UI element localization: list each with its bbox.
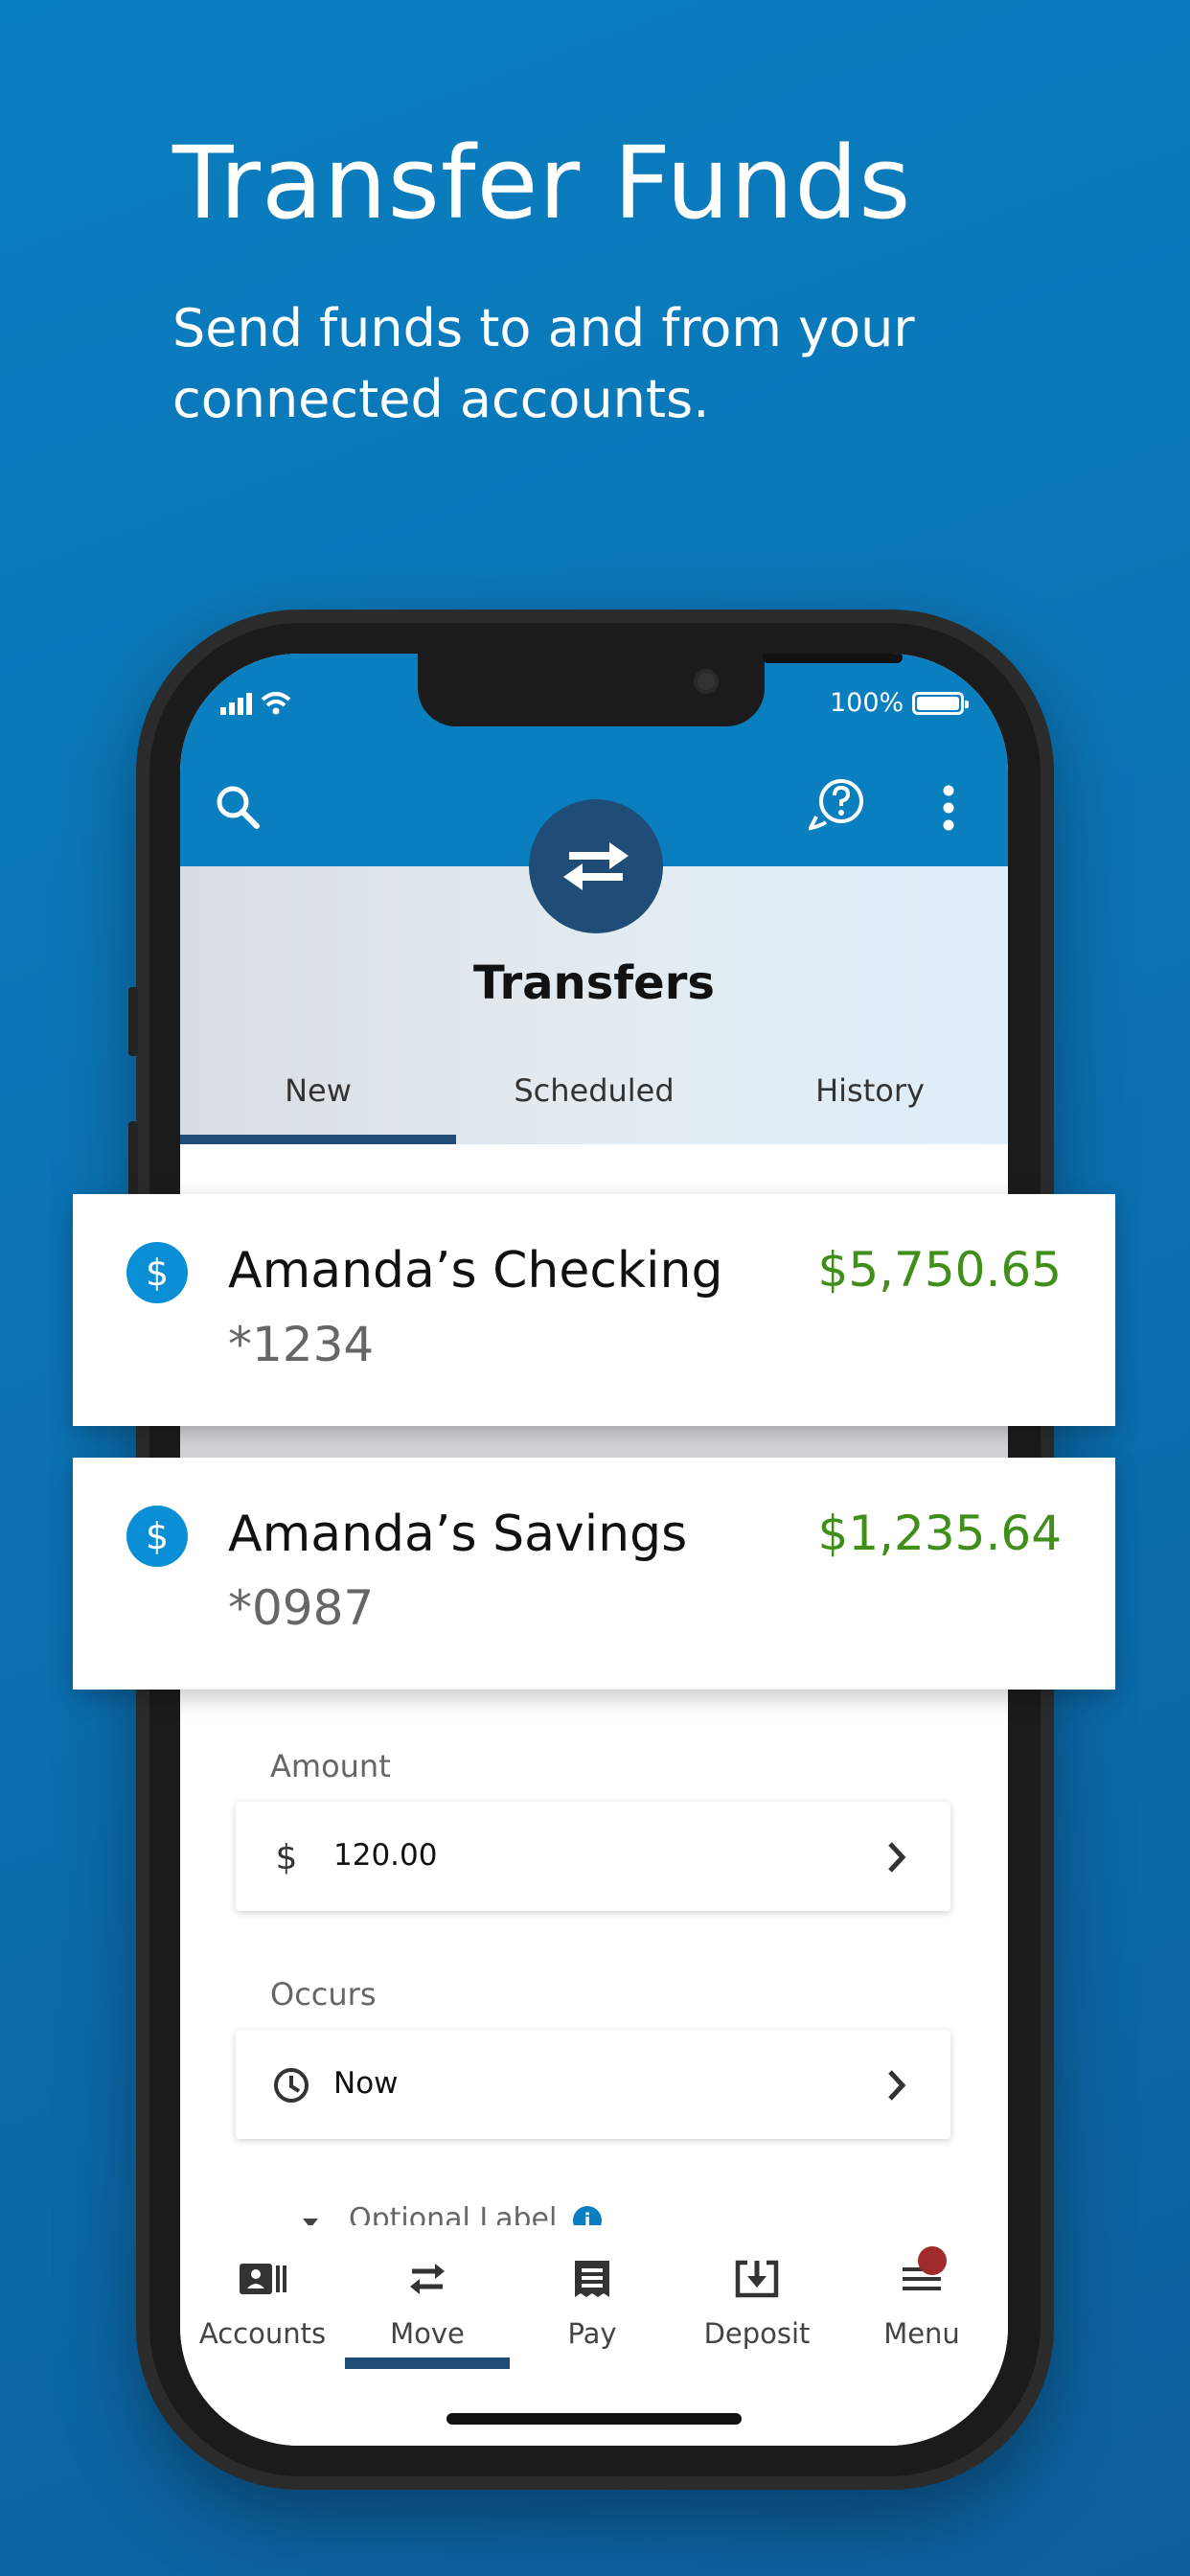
tab-history[interactable]: History	[732, 1056, 1008, 1144]
battery-percent: 100%	[830, 688, 904, 718]
transfer-icon	[345, 2254, 510, 2304]
occurs-value: Now	[333, 2066, 399, 2101]
help-chat-icon[interactable]	[807, 778, 868, 838]
promo-subline: Send funds to and from your connected ac…	[172, 298, 915, 429]
account-name: Amanda’s Checking	[228, 1242, 723, 1300]
home-indicator	[446, 2413, 742, 2425]
chevron-right-icon	[885, 2066, 908, 2108]
account-name: Amanda’s Savings	[228, 1506, 688, 1563]
transfer-icon-badge	[529, 799, 663, 933]
amount-label: Amount	[270, 1748, 391, 1784]
phone-notch	[418, 654, 903, 726]
dollar-circle-icon: $	[126, 1242, 188, 1303]
nav-move-label: Move	[390, 2317, 465, 2350]
nav-deposit[interactable]: Deposit	[675, 2254, 839, 2350]
nav-accounts-label: Accounts	[198, 2317, 327, 2350]
notification-badge	[918, 2246, 947, 2275]
deposit-icon	[675, 2254, 839, 2304]
occurs-field[interactable]: Now	[236, 2030, 950, 2139]
page-title: Transfers	[473, 956, 715, 1010]
dollar-icon: $	[272, 1838, 301, 1880]
amount-value: 120.00	[333, 1838, 438, 1873]
tab-scheduled[interactable]: Scheduled	[456, 1056, 732, 1144]
search-icon[interactable]	[213, 782, 264, 838]
phone-side-button	[128, 987, 138, 1056]
nav-pay-label: Pay	[567, 2317, 617, 2350]
signal-icon	[220, 692, 291, 715]
receipt-icon	[510, 2254, 675, 2304]
occurs-label: Occurs	[270, 1976, 377, 2012]
nav-pay[interactable]: Pay	[510, 2254, 675, 2350]
account-card-savings[interactable]: $ Amanda’s Savings *0987 $1,235.64	[73, 1458, 1115, 1690]
dollar-circle-icon: $	[126, 1506, 188, 1567]
active-nav-indicator	[345, 2358, 510, 2369]
transfer-tabs: New Scheduled History	[180, 1056, 1008, 1144]
svg-text:$: $	[276, 1838, 298, 1876]
tab-new[interactable]: New	[180, 1056, 456, 1144]
account-balance: $1,235.64	[817, 1506, 1062, 1561]
more-options-icon[interactable]	[941, 784, 956, 836]
status-signal	[220, 688, 307, 723]
nav-accounts[interactable]: Accounts	[180, 2254, 345, 2350]
transfer-arrows-icon	[563, 842, 629, 890]
account-number: *1234	[228, 1317, 375, 1372]
account-card-checking[interactable]: $ Amanda’s Checking *1234 $5,750.65	[73, 1194, 1115, 1426]
promo-headline: Transfer Funds	[172, 125, 912, 242]
nav-deposit-label: Deposit	[703, 2317, 811, 2350]
chevron-right-icon	[885, 1838, 908, 1880]
nav-menu-label: Menu	[883, 2317, 960, 2350]
camera-icon	[694, 669, 719, 694]
accounts-icon	[180, 2254, 345, 2304]
account-number: *0987	[228, 1580, 375, 1636]
battery-icon	[912, 692, 969, 715]
nav-move[interactable]: Move	[345, 2254, 510, 2350]
amount-field[interactable]: $ 120.00	[236, 1802, 950, 1911]
account-balance: $5,750.65	[817, 1242, 1062, 1298]
clock-icon	[272, 2066, 310, 2108]
